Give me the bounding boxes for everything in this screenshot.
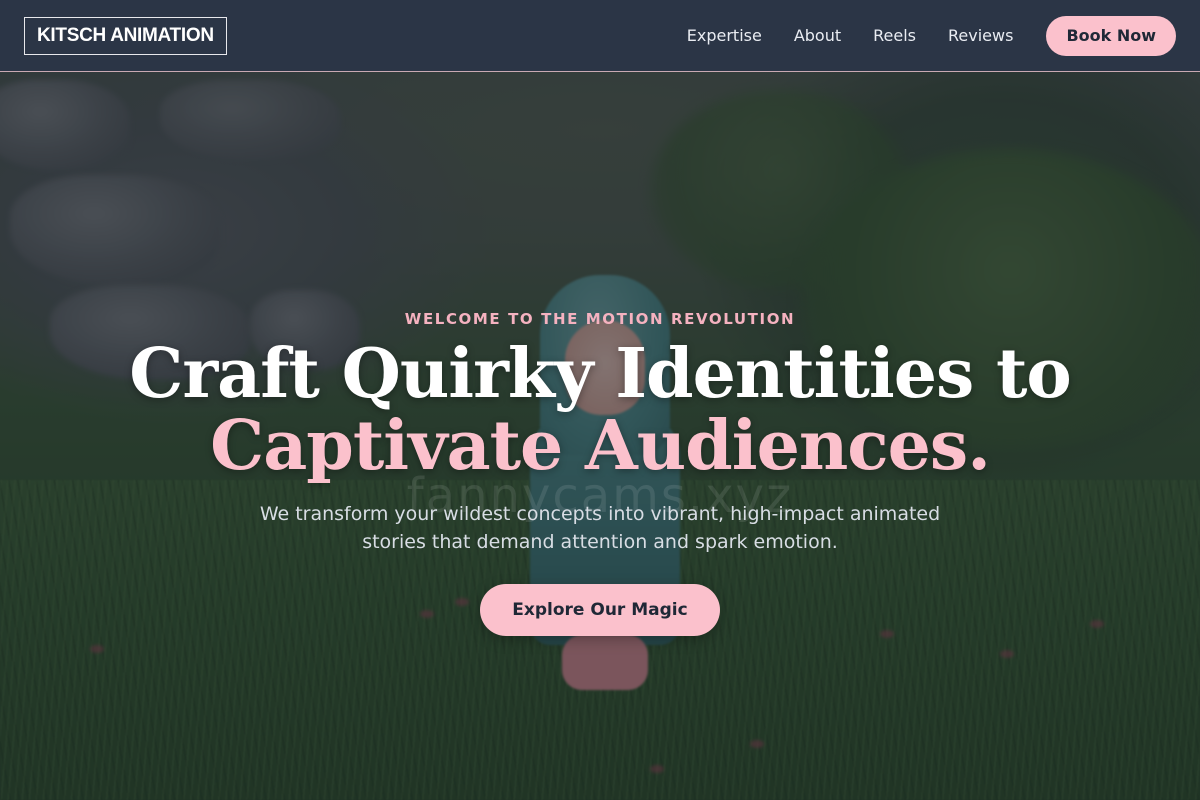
main-nav: Expertise About Reels Reviews Book Now [655, 15, 1176, 56]
nav-link-reels[interactable]: Reels [873, 26, 916, 45]
hero-eyebrow: WELCOME TO THE MOTION REVOLUTION [404, 310, 796, 328]
nav-link-about[interactable]: About [794, 26, 841, 45]
hero-headline-line1: Craft Quirky Identities to [129, 334, 1072, 414]
nav-link-reviews[interactable]: Reviews [948, 26, 1013, 45]
page: KITSCH ANIMATION Expertise About Reels R… [0, 0, 1200, 800]
explore-magic-button[interactable]: Explore Our Magic [480, 584, 720, 636]
nav-link-expertise[interactable]: Expertise [687, 26, 762, 45]
brand-logo[interactable]: KITSCH ANIMATION [24, 16, 227, 55]
hero-headline: Craft Quirky Identities to Captivate Aud… [0, 338, 1200, 482]
hero-headline-accent: Captivate Audiences. [210, 406, 991, 486]
hero-subtitle: We transform your wildest concepts into … [259, 503, 941, 553]
hero-section: WELCOME TO THE MOTION REVOLUTION Craft Q… [0, 300, 1200, 636]
book-now-button[interactable]: Book Now [1046, 15, 1176, 56]
top-navbar: KITSCH ANIMATION Expertise About Reels R… [0, 0, 1200, 72]
